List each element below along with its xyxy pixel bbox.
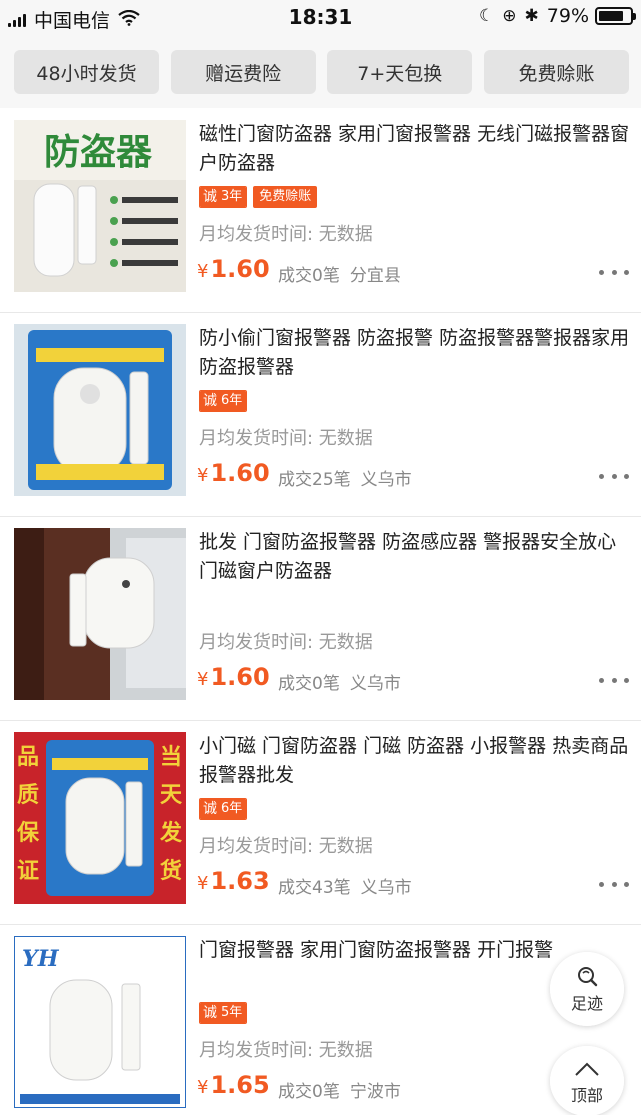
- rotation-lock-icon: ⊕: [502, 6, 517, 26]
- integrity-mark: 诚: [200, 391, 220, 411]
- integrity-mark: 诚: [200, 799, 220, 819]
- status-right: ☾ ⊕ ✱ 79%: [479, 5, 636, 27]
- product-title[interactable]: 防小偷门窗报警器 防盗报警 防盗报警器警报器家用防盗报警器: [199, 324, 631, 382]
- more-options-icon[interactable]: [599, 878, 629, 890]
- sales-info: 成交43笔 义乌市: [278, 873, 412, 898]
- seller-location: 宁波市: [349, 1082, 401, 1102]
- footprint-icon: [574, 964, 600, 990]
- product-item[interactable]: 防小偷门窗报警器 防盗报警 防盗报警器警报器家用防盗报警器 诚 6年 月均发货时…: [0, 312, 641, 516]
- seller-location: 义乌市: [360, 470, 412, 490]
- sales-info: 成交0笔 分宜县: [278, 261, 401, 286]
- currency-symbol: ¥: [197, 1077, 209, 1098]
- seller-location: 义乌市: [360, 878, 412, 898]
- product-image[interactable]: [14, 324, 186, 496]
- tag-shipping-insurance[interactable]: 赠运费险: [170, 50, 316, 94]
- back-to-top-button[interactable]: 顶部: [550, 1046, 624, 1115]
- shipping-time: 月均发货时间: 无数据: [199, 224, 373, 245]
- product-item[interactable]: YH 门窗报警器 家用门窗防盗报警器 开门报警 诚 5年 月均发货时间: 无数据…: [0, 924, 641, 1115]
- service-tags: 48小时发货 赠运费险 7+天包换 免费赊账: [0, 36, 641, 108]
- chevron-up-icon: [573, 1056, 601, 1082]
- sales-count: 成交0笔: [278, 674, 340, 694]
- tag-7day-exchange[interactable]: 7+天包换: [327, 50, 473, 94]
- shipping-time: 月均发货时间: 无数据: [199, 1040, 373, 1061]
- price-value: 1.60: [210, 255, 270, 283]
- product-image[interactable]: YH: [14, 936, 186, 1108]
- integrity-badge: 诚 5年: [199, 1002, 248, 1024]
- sales-info: 成交0笔 义乌市: [278, 669, 401, 694]
- integrity-badge: 诚 3年: [199, 186, 248, 208]
- currency-symbol: ¥: [197, 873, 209, 894]
- product-image[interactable]: [14, 528, 186, 700]
- shipping-time: 月均发货时间: 无数据: [199, 632, 373, 653]
- shipping-time: 月均发货时间: 无数据: [199, 836, 373, 857]
- integrity-years: 3年: [220, 187, 247, 207]
- price-value: 1.65: [210, 1071, 270, 1099]
- bluetooth-icon: ✱: [524, 6, 539, 26]
- product-badges: 诚 5年: [199, 1002, 253, 1024]
- product-price: ¥1.60: [197, 459, 270, 487]
- more-options-icon[interactable]: [599, 266, 629, 278]
- integrity-badge: 诚 6年: [199, 390, 248, 412]
- footprint-label: 足迹: [570, 994, 603, 1013]
- currency-symbol: ¥: [197, 465, 209, 486]
- product-title[interactable]: 批发 门窗防盗报警器 防盗感应器 警报器安全放心门磁窗户防盗器: [199, 528, 631, 586]
- free-credit-badge: 免费赊账: [253, 186, 318, 208]
- footprint-button[interactable]: 足迹: [550, 952, 624, 1026]
- currency-symbol: ¥: [197, 261, 209, 282]
- price-value: 1.60: [210, 663, 270, 691]
- sales-count: 成交25笔: [278, 470, 351, 490]
- integrity-mark: 诚: [200, 1003, 220, 1023]
- thumb-logo: YH: [22, 946, 60, 972]
- integrity-years: 5年: [220, 1003, 247, 1023]
- integrity-years: 6年: [220, 799, 247, 819]
- integrity-years: 6年: [220, 391, 247, 411]
- sales-count: 成交0笔: [278, 266, 340, 286]
- more-options-icon[interactable]: [599, 470, 629, 482]
- product-item[interactable]: 防盗器 磁性门窗防盗器 家用门窗报警器 无线门磁报警器窗户防盗器 诚 3年 免费…: [0, 108, 641, 312]
- moon-icon: ☾: [479, 6, 495, 26]
- product-price: ¥1.60: [197, 663, 270, 691]
- sales-count: 成交43笔: [278, 878, 351, 898]
- product-price: ¥1.63: [197, 867, 270, 895]
- product-title[interactable]: 磁性门窗防盗器 家用门窗报警器 无线门磁报警器窗户防盗器: [199, 120, 631, 178]
- product-price: ¥1.65: [197, 1071, 270, 1099]
- more-options-icon[interactable]: [599, 674, 629, 686]
- product-image[interactable]: 品质保证 当天发货: [14, 732, 186, 904]
- product-price: ¥1.60: [197, 255, 270, 283]
- product-item[interactable]: 品质保证 当天发货 小门磁 门窗防盗器 门磁 防盗器 小报警器 热卖商品 报警器…: [0, 720, 641, 924]
- integrity-badge: 诚 6年: [199, 798, 248, 820]
- seller-location: 分宜县: [349, 266, 401, 286]
- sales-count: 成交0笔: [278, 1082, 340, 1102]
- battery-percent: 79%: [546, 5, 589, 27]
- seller-location: 义乌市: [349, 674, 401, 694]
- battery-fill: [599, 11, 623, 21]
- currency-symbol: ¥: [197, 669, 209, 690]
- sales-info: 成交0笔 宁波市: [278, 1077, 401, 1102]
- product-title[interactable]: 小门磁 门窗防盗器 门磁 防盗器 小报警器 热卖商品 报警器批发: [199, 732, 631, 790]
- product-badges: 诚 3年 免费赊账: [199, 186, 318, 208]
- price-value: 1.60: [210, 459, 270, 487]
- product-list: 防盗器 磁性门窗防盗器 家用门窗报警器 无线门磁报警器窗户防盗器 诚 3年 免费…: [0, 108, 641, 1115]
- integrity-mark: 诚: [200, 187, 220, 207]
- price-value: 1.63: [210, 867, 270, 895]
- product-image[interactable]: 防盗器: [14, 120, 186, 292]
- tag-free-credit[interactable]: 免费赊账: [483, 50, 629, 94]
- shipping-time: 月均发货时间: 无数据: [199, 428, 373, 449]
- tag-48h-shipping[interactable]: 48小时发货: [14, 50, 159, 94]
- battery-icon: [595, 7, 636, 25]
- product-item[interactable]: 批发 门窗防盗报警器 防盗感应器 警报器安全放心门磁窗户防盗器 月均发货时间: …: [0, 516, 641, 720]
- top-label: 顶部: [570, 1086, 603, 1105]
- product-badges: 诚 6年: [199, 798, 253, 820]
- status-bar: 中国电信 18:31 ☾ ⊕ ✱ 79%: [0, 0, 641, 36]
- sales-info: 成交25笔 义乌市: [278, 465, 412, 490]
- product-badges: 诚 6年: [199, 390, 253, 412]
- thumb-text: 防盗器: [44, 132, 153, 173]
